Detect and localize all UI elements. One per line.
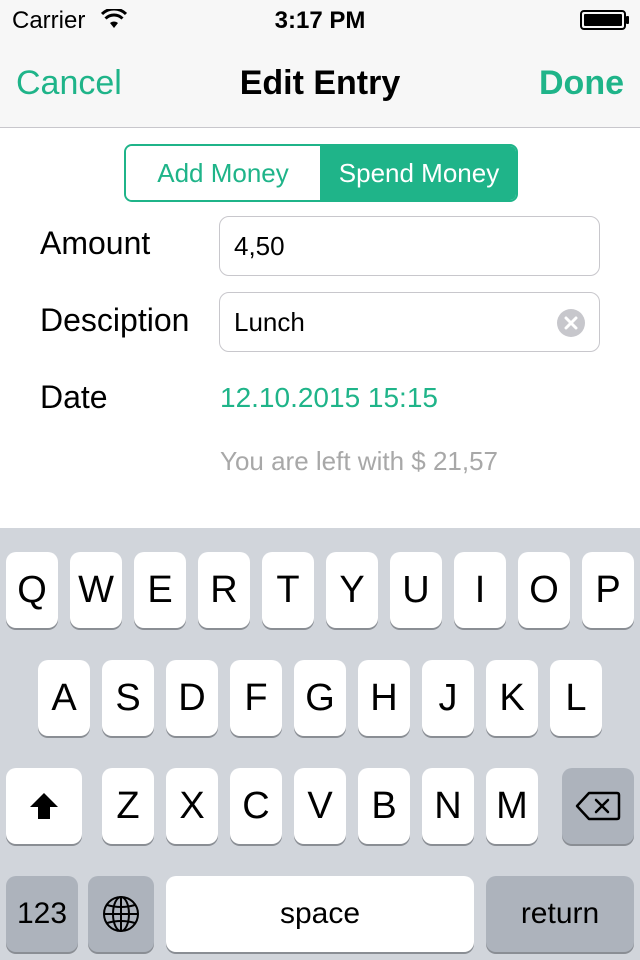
description-label: Desciption bbox=[40, 302, 190, 338]
key-z[interactable]: Z bbox=[102, 768, 154, 844]
key-m[interactable]: M bbox=[486, 768, 538, 844]
key-o[interactable]: O bbox=[518, 552, 570, 628]
return-key[interactable]: return bbox=[486, 876, 634, 952]
key-n[interactable]: N bbox=[422, 768, 474, 844]
key-i[interactable]: I bbox=[454, 552, 506, 628]
key-v[interactable]: V bbox=[294, 768, 346, 844]
key-b[interactable]: B bbox=[358, 768, 410, 844]
navigation-bar: Cancel Edit Entry Done bbox=[0, 40, 640, 128]
numbers-key[interactable]: 123 bbox=[6, 876, 78, 952]
key-q[interactable]: Q bbox=[6, 552, 58, 628]
key-f[interactable]: F bbox=[230, 660, 282, 736]
amount-input[interactable] bbox=[234, 217, 554, 275]
globe-key[interactable] bbox=[88, 876, 154, 952]
key-h[interactable]: H bbox=[358, 660, 410, 736]
key-j[interactable]: J bbox=[422, 660, 474, 736]
remaining-balance-note: You are left with $ 21,57 bbox=[220, 446, 499, 476]
key-g[interactable]: G bbox=[294, 660, 346, 736]
key-k[interactable]: K bbox=[486, 660, 538, 736]
money-type-segmented-control: Add Money Spend Money bbox=[124, 144, 518, 202]
status-time: 3:17 PM bbox=[274, 7, 366, 34]
done-button[interactable]: Done bbox=[539, 64, 624, 103]
battery-icon bbox=[580, 10, 629, 30]
key-u[interactable]: U bbox=[390, 552, 442, 628]
key-y[interactable]: Y bbox=[326, 552, 378, 628]
globe-icon bbox=[103, 896, 139, 932]
key-e[interactable]: E bbox=[134, 552, 186, 628]
space-key[interactable]: space bbox=[166, 876, 474, 952]
add-money-segment[interactable]: Add Money bbox=[126, 146, 322, 200]
status-bar: Carrier 3:17 PM bbox=[0, 0, 640, 40]
clear-text-icon[interactable] bbox=[557, 309, 585, 337]
key-x[interactable]: X bbox=[166, 768, 218, 844]
amount-field-container bbox=[219, 216, 600, 276]
key-l[interactable]: L bbox=[550, 660, 602, 736]
key-p[interactable]: P bbox=[582, 552, 634, 628]
key-a[interactable]: A bbox=[38, 660, 90, 736]
backspace-icon bbox=[575, 791, 621, 821]
description-input[interactable] bbox=[234, 293, 554, 351]
key-s[interactable]: S bbox=[102, 660, 154, 736]
key-t[interactable]: T bbox=[262, 552, 314, 628]
key-d[interactable]: D bbox=[166, 660, 218, 736]
backspace-key[interactable] bbox=[562, 768, 634, 844]
key-c[interactable]: C bbox=[230, 768, 282, 844]
shift-icon bbox=[30, 793, 58, 819]
key-r[interactable]: R bbox=[198, 552, 250, 628]
cancel-button[interactable]: Cancel bbox=[16, 64, 122, 103]
shift-key[interactable] bbox=[6, 768, 82, 844]
description-field-container bbox=[219, 292, 600, 352]
spend-money-segment[interactable]: Spend Money bbox=[322, 146, 516, 200]
key-w[interactable]: W bbox=[70, 552, 122, 628]
keyboard: Q W E R T Y U I O P A S D F G H J K L Z … bbox=[0, 528, 640, 960]
date-picker-value[interactable]: 12.10.2015 15:15 bbox=[220, 382, 438, 414]
amount-label: Amount bbox=[40, 225, 151, 261]
date-label: Date bbox=[40, 379, 108, 415]
